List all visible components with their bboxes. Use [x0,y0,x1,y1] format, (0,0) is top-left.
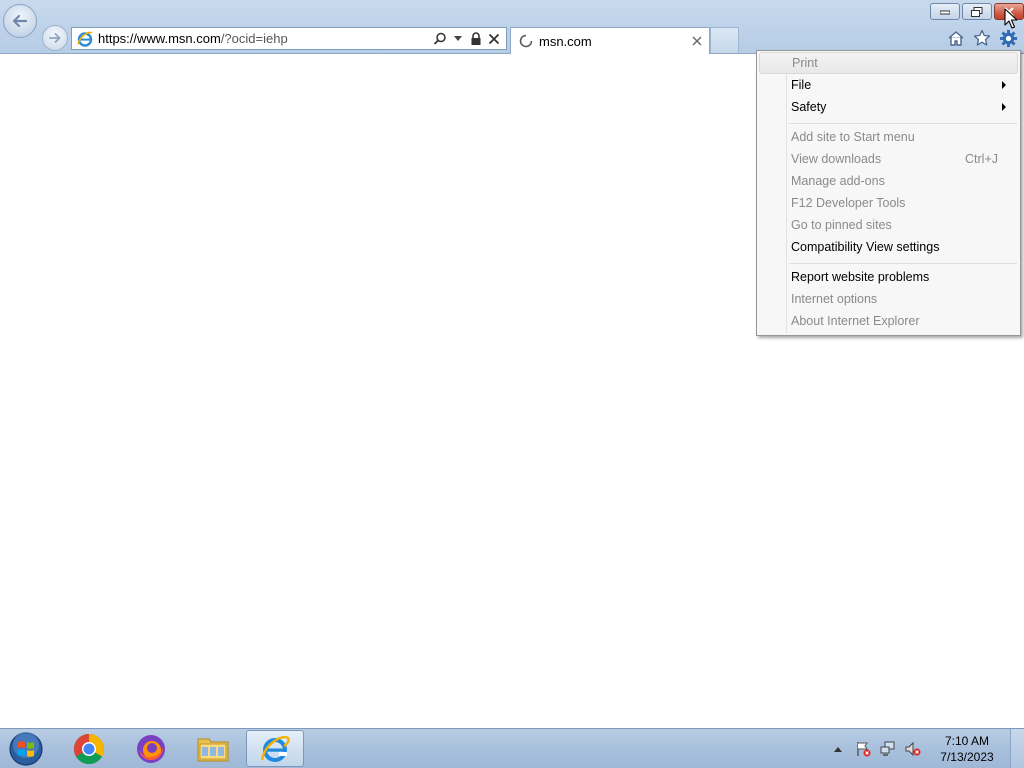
clock-date: 7/13/2023 [940,750,994,764]
menu-item-label: F12 Developer Tools [791,196,906,210]
url-path: /?ocid=iehp [220,31,288,46]
menu-item-print[interactable]: Print [759,52,1018,74]
dropdown-arrow-icon[interactable] [451,31,465,47]
menu-item-internet-options[interactable]: Internet options [759,288,1018,310]
home-icon[interactable] [946,28,966,48]
url-host: https://www.msn.com [98,31,221,46]
menu-item-label: Add site to Start menu [791,130,915,144]
minimize-icon [940,10,950,14]
command-icons [946,28,1018,48]
menu-item-label: About Internet Explorer [791,314,920,328]
menu-separator [789,263,1017,264]
taskbar-internet-explorer[interactable] [246,730,304,767]
taskbar-clock[interactable]: 7:10 AM 7/13/2023 [932,733,1002,765]
menu-item-file[interactable]: File [759,74,1018,96]
menu-item-view-downloads[interactable]: View downloads Ctrl+J [759,148,1018,170]
menu-item-label: View downloads [791,152,882,166]
chrome-icon [73,733,105,764]
clock-time: 7:10 AM [944,734,990,748]
action-center-icon[interactable] [853,739,873,759]
tab-close-icon[interactable] [689,33,705,49]
favorites-star-icon[interactable] [972,28,992,48]
ie-page-icon [77,31,93,47]
back-arrow-icon [12,14,28,28]
menu-separator [789,123,1017,124]
tools-gear-icon[interactable] [998,28,1018,48]
lock-icon[interactable] [469,31,483,47]
address-url[interactable]: https://www.msn.com/?ocid=iehp [98,31,433,46]
menu-item-safety[interactable]: Safety [759,96,1018,118]
forward-button[interactable] [42,25,68,51]
address-bar[interactable]: https://www.msn.com/?ocid=iehp [71,27,507,50]
menu-item-label: Safety [791,100,827,114]
menu-item-compat-view[interactable]: Compatibility View settings [759,236,1018,258]
firefox-icon [137,734,165,763]
mouse-cursor-icon [1004,8,1018,29]
new-tab-button[interactable] [710,27,739,53]
menu-item-f12-dev-tools[interactable]: F12 Developer Tools [759,192,1018,214]
submenu-arrow-icon [1002,81,1006,89]
start-button[interactable] [6,731,46,767]
menu-item-label: Go to pinned sites [791,218,892,232]
internet-explorer-icon [260,735,290,762]
network-icon[interactable] [878,739,898,759]
restore-button[interactable] [962,3,992,20]
taskbar: 7:10 AM 7/13/2023 [0,728,1024,768]
taskbar-file-explorer[interactable] [184,730,242,767]
menu-item-label: File [791,78,812,92]
system-tray: 7:10 AM 7/13/2023 [828,729,1024,768]
browser-frame: https://www.msn.com/?ocid=iehp msn.com [0,0,1024,54]
forward-arrow-icon [49,33,61,43]
chevron-up-icon [834,747,842,752]
back-button[interactable] [3,4,37,38]
volume-muted-icon[interactable] [903,739,923,759]
menu-item-about-ie[interactable]: About Internet Explorer [759,310,1018,332]
menu-item-manage-addons[interactable]: Manage add-ons [759,170,1018,192]
restore-icon [971,6,983,17]
tab-title: msn.com [539,33,592,49]
show-desktop-button[interactable] [1010,729,1024,768]
file-explorer-icon [197,738,229,761]
menu-item-report-problems[interactable]: Report website problems [759,266,1018,288]
stop-icon[interactable] [487,31,501,47]
menu-item-pinned-sites[interactable]: Go to pinned sites [759,214,1018,236]
menu-shortcut: Ctrl+J [965,152,998,166]
menu-item-add-site-to-start[interactable]: Add site to Start menu [759,126,1018,148]
loading-spinner-icon [519,34,533,48]
taskbar-chrome[interactable] [60,730,118,767]
menu-item-label: Report website problems [791,270,930,284]
tab-msn[interactable]: msn.com [510,27,710,54]
taskbar-firefox[interactable] [122,730,180,767]
menu-item-label: Compatibility View settings [791,240,940,254]
menu-item-label: Internet options [791,292,878,306]
submenu-arrow-icon [1002,103,1006,111]
tools-menu: Print File Safety Add site to Start menu… [756,50,1021,336]
menu-item-label: Print [792,56,818,70]
show-hidden-icons-button[interactable] [828,739,848,759]
windows-logo-icon [9,732,43,766]
minimize-button[interactable] [930,3,960,20]
search-icon[interactable] [433,31,447,47]
menu-item-label: Manage add-ons [791,174,885,188]
